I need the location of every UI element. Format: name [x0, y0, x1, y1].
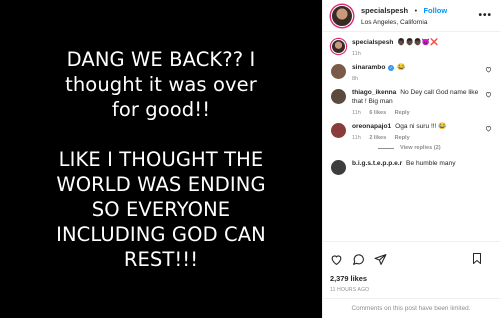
- save-bookmark-icon[interactable]: [471, 252, 483, 265]
- likes-count[interactable]: 2,379 likes: [330, 274, 492, 283]
- caption-avatar[interactable]: [331, 39, 346, 54]
- verified-badge-icon: ✓: [388, 65, 395, 71]
- post-time-ago: 11 HOURS AGO: [330, 287, 370, 293]
- like-heart-icon[interactable]: [330, 253, 343, 266]
- caption-username[interactable]: specialspesh: [352, 39, 393, 46]
- action-bar: 2,379 likes 11 HOURS AGO: [322, 241, 500, 293]
- separator-dot: •: [414, 8, 418, 15]
- caption-text: 👨🏿👨🏿👨🏿😈❌: [397, 39, 439, 46]
- caption-comment: specialspesh 👨🏿👨🏿👨🏿😈❌ 11h: [331, 38, 492, 57]
- comments-list[interactable]: specialspesh 👨🏿👨🏿👨🏿😈❌ 11h sinarambo ✓ 😂 8…: [323, 32, 500, 236]
- comment-username[interactable]: sinarambo: [352, 64, 385, 71]
- comment-username[interactable]: thiago_ikenna: [352, 89, 396, 96]
- reply-button[interactable]: Reply: [395, 135, 410, 141]
- author-avatar[interactable]: [331, 4, 353, 27]
- comment-likes[interactable]: 2 likes: [369, 135, 386, 141]
- comment-avatar[interactable]: [331, 160, 346, 175]
- author-username[interactable]: specialspesh: [361, 6, 408, 15]
- share-paper-plane-icon[interactable]: [374, 253, 387, 266]
- post-image-text: DANG WE BACK?? I thought it was over for…: [56, 47, 266, 271]
- like-comment-heart-icon[interactable]: [485, 91, 492, 98]
- comment-item: sinarambo ✓ 😂 8h: [331, 63, 492, 82]
- comment-avatar[interactable]: [331, 123, 346, 138]
- view-replies-button[interactable]: View replies (2): [378, 145, 492, 151]
- comment-likes[interactable]: 6 likes: [369, 110, 386, 116]
- like-comment-heart-icon[interactable]: [485, 66, 492, 73]
- post-location[interactable]: Los Angeles, California: [361, 17, 447, 28]
- reply-button[interactable]: Reply: [395, 110, 410, 116]
- comment-time: 8h: [352, 76, 359, 82]
- post-header: specialspesh • Follow Los Angeles, Calif…: [323, 0, 500, 32]
- comment-time: 11h: [352, 135, 361, 141]
- comment-item: oreonapajo1 Oga ni suru !!! 😂 11h 2 like…: [331, 122, 492, 141]
- comment-item: thiago_ikenna No Dey call God name like …: [331, 88, 492, 116]
- more-options-icon[interactable]: •••: [478, 10, 492, 21]
- comment-item: b.i.g.s.t.e.p.p.e.r Be humble many: [331, 159, 492, 175]
- comment-avatar[interactable]: [331, 64, 346, 79]
- comments-limited-notice: Comments on this post have been limited.: [322, 298, 500, 318]
- comment-avatar[interactable]: [331, 89, 346, 104]
- view-replies-label: View replies (2): [400, 145, 441, 151]
- like-comment-heart-icon[interactable]: [485, 125, 492, 132]
- comment-username[interactable]: oreonapajo1: [352, 123, 391, 130]
- comment-username[interactable]: b.i.g.s.t.e.p.p.e.r: [352, 160, 402, 167]
- caption-time: 11h: [352, 51, 361, 57]
- comment-text: Oga ni suru !!! 😂: [395, 123, 447, 130]
- comment-text: Be humble many: [406, 160, 456, 167]
- comment-bubble-icon[interactable]: [352, 253, 365, 266]
- follow-button[interactable]: Follow: [423, 6, 447, 15]
- comment-time: 11h: [352, 110, 361, 116]
- replies-divider-line: [378, 147, 394, 149]
- comment-text: 😂: [395, 64, 406, 71]
- post-media[interactable]: DANG WE BACK?? I thought it was over for…: [0, 0, 322, 318]
